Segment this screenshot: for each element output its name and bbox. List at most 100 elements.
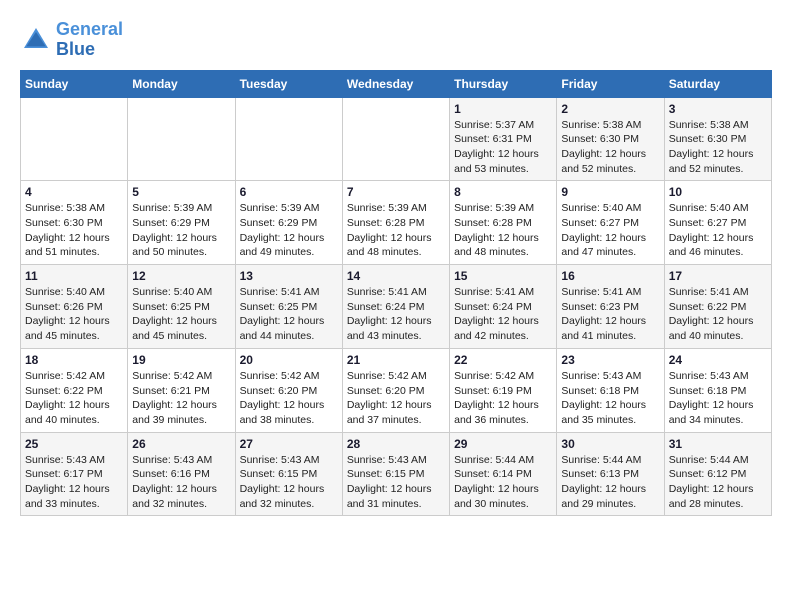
weekday-header-row: SundayMondayTuesdayWednesdayThursdayFrid… (21, 70, 772, 97)
day-number: 14 (347, 269, 445, 283)
calendar-cell: 15 Sunrise: 5:41 AMSunset: 6:24 PMDayligh… (450, 265, 557, 349)
day-number: 28 (347, 437, 445, 451)
calendar-cell (21, 97, 128, 181)
calendar-cell: 31 Sunrise: 5:44 AMSunset: 6:12 PMDayligh… (664, 432, 771, 516)
day-info: Sunrise: 5:39 AMSunset: 6:28 PMDaylight:… (454, 201, 552, 260)
calendar-cell: 19 Sunrise: 5:42 AMSunset: 6:21 PMDayligh… (128, 348, 235, 432)
day-number: 30 (561, 437, 659, 451)
day-number: 13 (240, 269, 338, 283)
day-info: Sunrise: 5:39 AMSunset: 6:29 PMDaylight:… (240, 201, 338, 260)
calendar-cell: 3 Sunrise: 5:38 AMSunset: 6:30 PMDaylight… (664, 97, 771, 181)
calendar-week-row: 1 Sunrise: 5:37 AMSunset: 6:31 PMDaylight… (21, 97, 772, 181)
calendar-cell (128, 97, 235, 181)
calendar-cell: 9 Sunrise: 5:40 AMSunset: 6:27 PMDaylight… (557, 181, 664, 265)
day-info: Sunrise: 5:41 AMSunset: 6:24 PMDaylight:… (347, 285, 445, 344)
day-number: 4 (25, 185, 123, 199)
calendar-cell: 1 Sunrise: 5:37 AMSunset: 6:31 PMDaylight… (450, 97, 557, 181)
day-number: 23 (561, 353, 659, 367)
day-number: 15 (454, 269, 552, 283)
calendar-week-row: 4Sunrise: 5:38 AMSunset: 6:30 PMDaylight… (21, 181, 772, 265)
logo-text: General Blue (56, 20, 123, 60)
day-info: Sunrise: 5:41 AMSunset: 6:25 PMDaylight:… (240, 285, 338, 344)
day-info: Sunrise: 5:43 AMSunset: 6:15 PMDaylight:… (347, 453, 445, 512)
calendar-cell: 26 Sunrise: 5:43 AMSunset: 6:16 PMDayligh… (128, 432, 235, 516)
calendar-cell: 6 Sunrise: 5:39 AMSunset: 6:29 PMDaylight… (235, 181, 342, 265)
day-info: Sunrise: 5:44 AMSunset: 6:12 PMDaylight:… (669, 453, 767, 512)
calendar-cell: 28 Sunrise: 5:43 AMSunset: 6:15 PMDayligh… (342, 432, 449, 516)
day-number: 19 (132, 353, 230, 367)
calendar-cell: 11 Sunrise: 5:40 AMSunset: 6:26 PMDayligh… (21, 265, 128, 349)
calendar-cell: 14 Sunrise: 5:41 AMSunset: 6:24 PMDayligh… (342, 265, 449, 349)
day-info: Sunrise: 5:42 AMSunset: 6:21 PMDaylight:… (132, 369, 230, 428)
calendar-cell: 13 Sunrise: 5:41 AMSunset: 6:25 PMDayligh… (235, 265, 342, 349)
calendar-cell (235, 97, 342, 181)
calendar-cell: 17 Sunrise: 5:41 AMSunset: 6:22 PMDayligh… (664, 265, 771, 349)
day-info: Sunrise: 5:38 AMSunset: 6:30 PMDaylight:… (561, 118, 659, 177)
day-number: 27 (240, 437, 338, 451)
day-info: Sunrise: 5:40 AMSunset: 6:27 PMDaylight:… (669, 201, 767, 260)
weekday-header: Saturday (664, 70, 771, 97)
day-info: Sunrise: 5:42 AMSunset: 6:19 PMDaylight:… (454, 369, 552, 428)
day-info: Sunrise: 5:40 AMSunset: 6:27 PMDaylight:… (561, 201, 659, 260)
day-info: Sunrise: 5:41 AMSunset: 6:24 PMDaylight:… (454, 285, 552, 344)
calendar-cell: 8 Sunrise: 5:39 AMSunset: 6:28 PMDaylight… (450, 181, 557, 265)
calendar-cell: 23 Sunrise: 5:43 AMSunset: 6:18 PMDayligh… (557, 348, 664, 432)
day-number: 21 (347, 353, 445, 367)
day-number: 12 (132, 269, 230, 283)
calendar-cell: 22 Sunrise: 5:42 AMSunset: 6:19 PMDayligh… (450, 348, 557, 432)
day-info: Sunrise: 5:41 AMSunset: 6:23 PMDaylight:… (561, 285, 659, 344)
day-info: Sunrise: 5:44 AMSunset: 6:13 PMDaylight:… (561, 453, 659, 512)
calendar-cell: 16 Sunrise: 5:41 AMSunset: 6:23 PMDayligh… (557, 265, 664, 349)
weekday-header: Friday (557, 70, 664, 97)
day-number: 16 (561, 269, 659, 283)
day-number: 18 (25, 353, 123, 367)
calendar-cell: 24 Sunrise: 5:43 AMSunset: 6:18 PMDayligh… (664, 348, 771, 432)
day-number: 29 (454, 437, 552, 451)
day-info: Sunrise: 5:41 AMSunset: 6:22 PMDaylight:… (669, 285, 767, 344)
weekday-header: Wednesday (342, 70, 449, 97)
day-number: 1 (454, 102, 552, 116)
logo-icon (20, 24, 52, 56)
day-number: 11 (25, 269, 123, 283)
day-info: Sunrise: 5:40 AMSunset: 6:26 PMDaylight:… (25, 285, 123, 344)
calendar-cell: 27 Sunrise: 5:43 AMSunset: 6:15 PMDayligh… (235, 432, 342, 516)
day-info: Sunrise: 5:44 AMSunset: 6:14 PMDaylight:… (454, 453, 552, 512)
day-number: 26 (132, 437, 230, 451)
day-info: Sunrise: 5:37 AMSunset: 6:31 PMDaylight:… (454, 118, 552, 177)
weekday-header: Thursday (450, 70, 557, 97)
day-info: Sunrise: 5:43 AMSunset: 6:16 PMDaylight:… (132, 453, 230, 512)
day-info: Sunrise: 5:40 AMSunset: 6:25 PMDaylight:… (132, 285, 230, 344)
day-number: 31 (669, 437, 767, 451)
day-info: Sunrise: 5:42 AMSunset: 6:20 PMDaylight:… (347, 369, 445, 428)
day-info: Sunrise: 5:38 AMSunset: 6:30 PMDaylight:… (669, 118, 767, 177)
day-number: 20 (240, 353, 338, 367)
day-number: 2 (561, 102, 659, 116)
day-info: Sunrise: 5:43 AMSunset: 6:18 PMDaylight:… (669, 369, 767, 428)
calendar-cell: 5Sunrise: 5:39 AMSunset: 6:29 PMDaylight… (128, 181, 235, 265)
day-number: 9 (561, 185, 659, 199)
calendar-cell: 10Sunrise: 5:40 AMSunset: 6:27 PMDayligh… (664, 181, 771, 265)
day-number: 8 (454, 185, 552, 199)
day-info: Sunrise: 5:43 AMSunset: 6:17 PMDaylight:… (25, 453, 123, 512)
weekday-header: Sunday (21, 70, 128, 97)
calendar-cell: 20Sunrise: 5:42 AMSunset: 6:20 PMDayligh… (235, 348, 342, 432)
day-number: 17 (669, 269, 767, 283)
calendar-week-row: 11 Sunrise: 5:40 AMSunset: 6:26 PMDayligh… (21, 265, 772, 349)
day-number: 24 (669, 353, 767, 367)
calendar-header: SundayMondayTuesdayWednesdayThursdayFrid… (21, 70, 772, 97)
day-number: 22 (454, 353, 552, 367)
logo: General Blue (20, 20, 123, 60)
day-info: Sunrise: 5:42 AMSunset: 6:22 PMDaylight:… (25, 369, 123, 428)
day-number: 25 (25, 437, 123, 451)
calendar-cell: 18 Sunrise: 5:42 AMSunset: 6:22 PMDayligh… (21, 348, 128, 432)
calendar-cell: 21 Sunrise: 5:42 AMSunset: 6:20 PMDayligh… (342, 348, 449, 432)
calendar-table: SundayMondayTuesdayWednesdayThursdayFrid… (20, 70, 772, 517)
day-number: 6 (240, 185, 338, 199)
day-info: Sunrise: 5:43 AMSunset: 6:15 PMDaylight:… (240, 453, 338, 512)
day-info: Sunrise: 5:43 AMSunset: 6:18 PMDaylight:… (561, 369, 659, 428)
calendar-cell: 25 Sunrise: 5:43 AMSunset: 6:17 PMDayligh… (21, 432, 128, 516)
day-number: 3 (669, 102, 767, 116)
calendar-cell: 30 Sunrise: 5:44 AMSunset: 6:13 PMDayligh… (557, 432, 664, 516)
calendar-cell: 29 Sunrise: 5:44 AMSunset: 6:14 PMDayligh… (450, 432, 557, 516)
weekday-header: Tuesday (235, 70, 342, 97)
